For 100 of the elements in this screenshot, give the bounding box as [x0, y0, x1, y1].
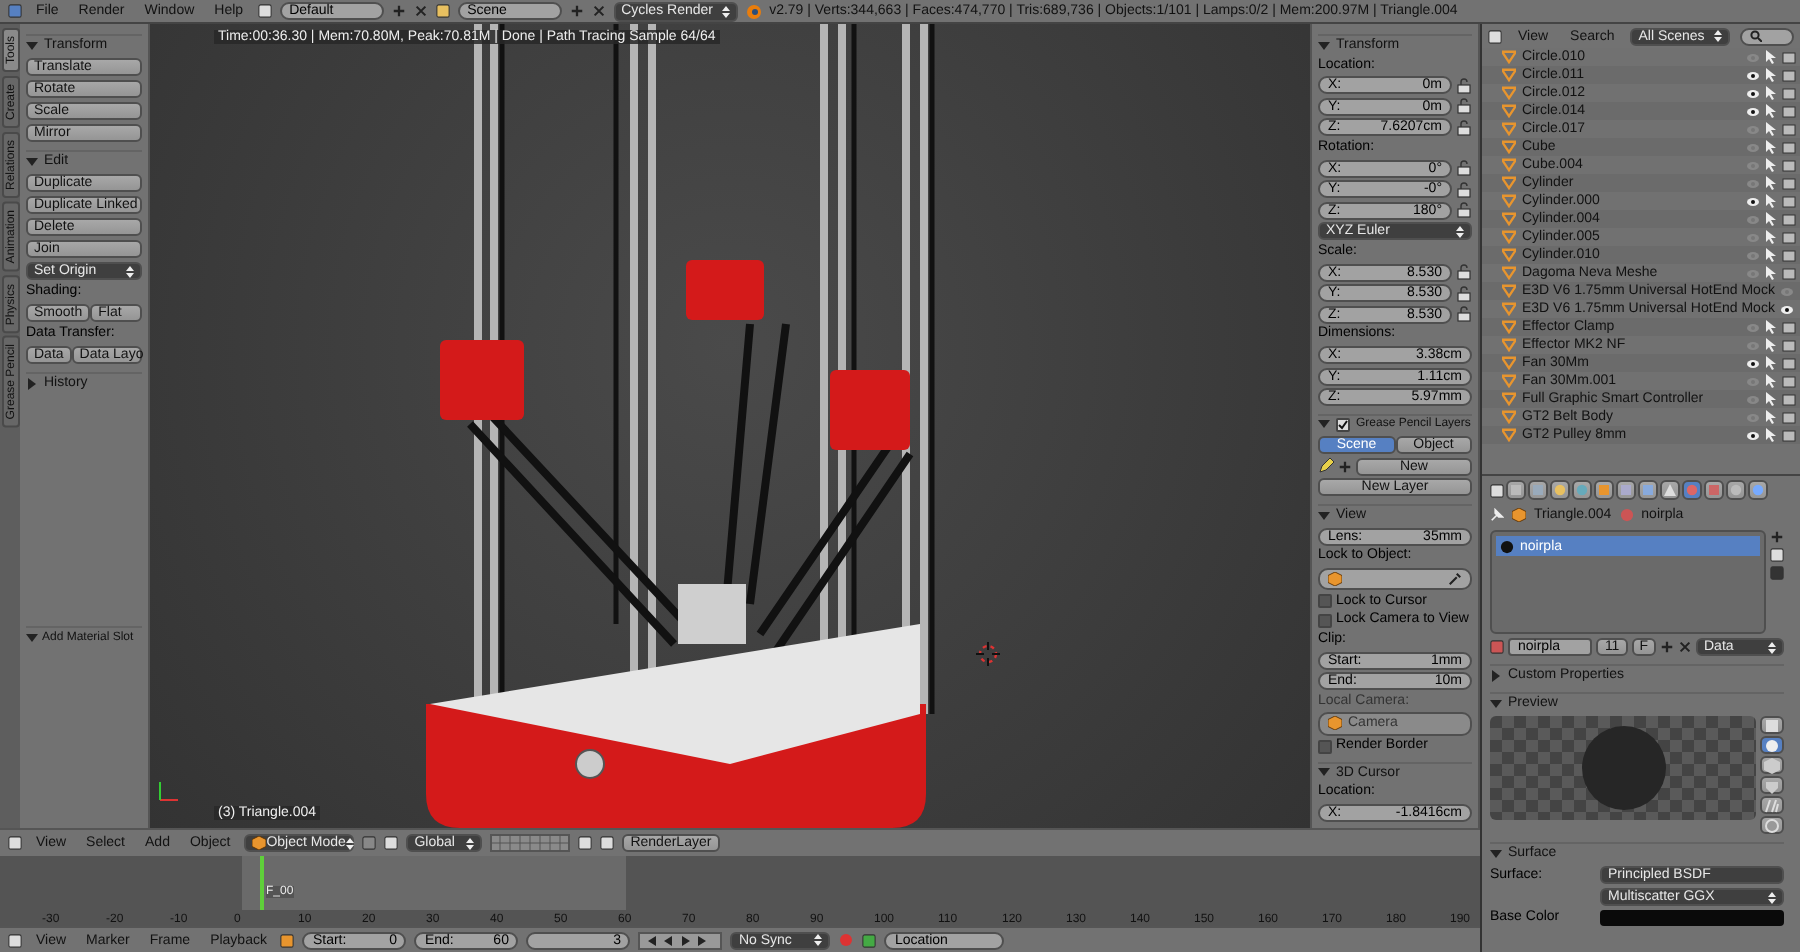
padlock-icon[interactable] [1456, 98, 1472, 115]
properties-tab[interactable] [1638, 480, 1658, 500]
expand-triangle-icon[interactable] [1318, 39, 1330, 51]
preview-shape-button[interactable] [1760, 756, 1784, 774]
padlock-icon[interactable] [1456, 306, 1472, 323]
info-icon[interactable] [8, 4, 22, 18]
add-icon[interactable] [569, 4, 584, 18]
eye-icon[interactable] [1746, 195, 1760, 207]
eye-icon[interactable] [1746, 429, 1760, 441]
padlock-icon[interactable] [1456, 285, 1472, 302]
expand-triangle-icon[interactable] [1490, 697, 1502, 709]
cube-icon [252, 836, 267, 850]
checkbox[interactable] [1318, 594, 1332, 609]
padlock-icon[interactable] [1456, 160, 1472, 177]
properties-tab[interactable] [1616, 480, 1636, 500]
plus-icon[interactable] [1660, 640, 1674, 654]
expand-triangle-icon[interactable] [26, 155, 38, 167]
circle-icon [1730, 484, 1742, 496]
eye-icon[interactable] [1746, 105, 1760, 117]
square-icon [1708, 484, 1720, 496]
axes-icon [156, 780, 180, 804]
plus-icon[interactable] [1338, 459, 1352, 474]
expand-triangle-icon[interactable] [26, 631, 38, 643]
cube-icon [1328, 572, 1342, 586]
circle-icon [1752, 484, 1764, 496]
pin-icon[interactable] [1490, 508, 1504, 522]
sphere-icon [1764, 737, 1780, 753]
eye-icon[interactable] [1746, 87, 1760, 99]
expand-triangle-icon[interactable] [26, 377, 38, 389]
eye-icon[interactable] [1780, 303, 1795, 315]
circle-icon [1686, 484, 1698, 496]
caret-icon [721, 5, 730, 17]
properties-tab[interactable] [1704, 480, 1724, 500]
square-icon [1532, 484, 1544, 496]
eyedropper-icon[interactable] [1448, 572, 1462, 586]
object-field[interactable] [1318, 567, 1472, 591]
triangle-icon [1664, 484, 1676, 496]
expand-triangle-icon[interactable] [1490, 669, 1502, 681]
properties-tab[interactable] [1506, 480, 1526, 500]
checkbox[interactable] [1318, 613, 1332, 628]
padlock-icon[interactable] [1456, 119, 1472, 136]
sphere-drawing [1579, 724, 1667, 812]
expand-triangle-icon[interactable] [1490, 847, 1502, 859]
eye-icon[interactable] [1746, 357, 1760, 369]
square-icon [1598, 484, 1610, 496]
padlock-icon[interactable] [1456, 202, 1472, 219]
cube-icon [1512, 508, 1526, 522]
properties-tab[interactable] [1726, 480, 1746, 500]
properties-tab[interactable] [1572, 480, 1592, 500]
close-icon[interactable] [1678, 640, 1692, 654]
cube-icon [1764, 757, 1780, 773]
caret-icon [1768, 891, 1776, 903]
add-icon[interactable] [391, 4, 406, 18]
square-icon [1642, 484, 1654, 496]
close-icon[interactable] [413, 4, 428, 18]
padlock-icon[interactable] [1456, 77, 1472, 94]
properties-tab[interactable] [1660, 480, 1680, 500]
color-swatch[interactable] [1600, 910, 1784, 926]
plus-icon[interactable] [1770, 530, 1784, 544]
caret-icon [1456, 225, 1464, 238]
preview-shape-button[interactable] [1760, 736, 1784, 754]
properties-tab[interactable] [1528, 480, 1548, 500]
ball-icon [1764, 817, 1780, 833]
preview-shape-button[interactable] [1760, 816, 1784, 834]
square-icon [1510, 484, 1522, 496]
sphere-icon [1500, 539, 1514, 553]
preview-shape-button[interactable] [1760, 796, 1784, 814]
expand-triangle-icon[interactable] [26, 39, 38, 51]
3d-cursor-icon[interactable] [976, 642, 1000, 666]
head-icon [1764, 777, 1780, 793]
strands-icon [1764, 797, 1780, 813]
properties-tab[interactable] [1748, 480, 1768, 500]
caret-icon [814, 934, 823, 946]
preview-shape-button[interactable] [1760, 776, 1784, 794]
close-icon[interactable] [591, 4, 606, 18]
caret-icon [1714, 30, 1723, 42]
expand-triangle-icon[interactable] [1318, 509, 1330, 522]
circle-icon [1554, 484, 1566, 496]
caret-icon [1768, 641, 1776, 653]
pencil-icon[interactable] [1318, 458, 1334, 475]
properties-tab[interactable] [1550, 480, 1570, 500]
search-field[interactable] [1740, 27, 1794, 45]
caret-icon [345, 837, 354, 849]
caret-icon [126, 265, 134, 277]
plane-icon [1764, 717, 1780, 733]
sphere-icon [1619, 508, 1634, 522]
preview-shape-button[interactable] [1760, 716, 1784, 734]
expand-triangle-icon[interactable] [1318, 766, 1330, 779]
eye-icon[interactable] [1746, 69, 1760, 81]
checkbox[interactable] [1336, 417, 1350, 432]
padlock-icon[interactable] [1456, 181, 1472, 198]
checkbox[interactable] [1318, 739, 1332, 754]
search-icon [1750, 30, 1763, 42]
playback-controls-icon[interactable] [638, 931, 723, 949]
properties-tab[interactable] [1594, 480, 1614, 500]
caret-icon [466, 837, 475, 849]
current-frame-line [260, 856, 264, 910]
padlock-icon[interactable] [1456, 264, 1472, 281]
expand-triangle-icon[interactable] [1318, 418, 1330, 431]
square-icon [1620, 484, 1632, 496]
